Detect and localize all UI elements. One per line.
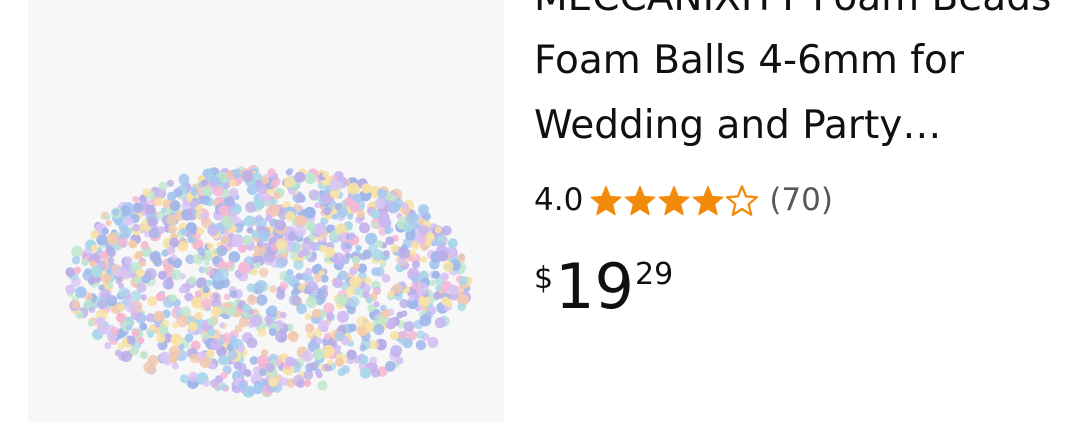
price-whole: 19 [555,250,634,323]
star-filled-icon [658,185,690,215]
product-title-line-2[interactable]: Foam Balls 4-6mm for [534,41,964,80]
review-count-link[interactable]: (70) [769,182,833,218]
rating-value: 4.0 [534,182,584,218]
star-filled-icon [590,185,622,215]
price: $1929 [534,250,673,323]
price-currency-symbol: $ [534,261,554,296]
star-filled-icon [692,185,724,215]
product-title-line-3[interactable]: Wedding and Party… [534,106,941,145]
star-rating[interactable] [589,184,759,217]
star-filled-icon [624,185,656,215]
price-fraction: 29 [635,257,674,292]
star-empty-icon [726,184,759,216]
product-title-line-1[interactable]: MECCANIXITY Foam Beads [534,0,1051,17]
product-image[interactable] [28,0,504,422]
product-card[interactable]: MECCANIXITY Foam Beads Foam Balls 4-6mm … [0,0,1080,422]
rating-row[interactable]: 4.0 (70) [534,180,833,220]
foam-beads-pile-image [65,164,473,398]
